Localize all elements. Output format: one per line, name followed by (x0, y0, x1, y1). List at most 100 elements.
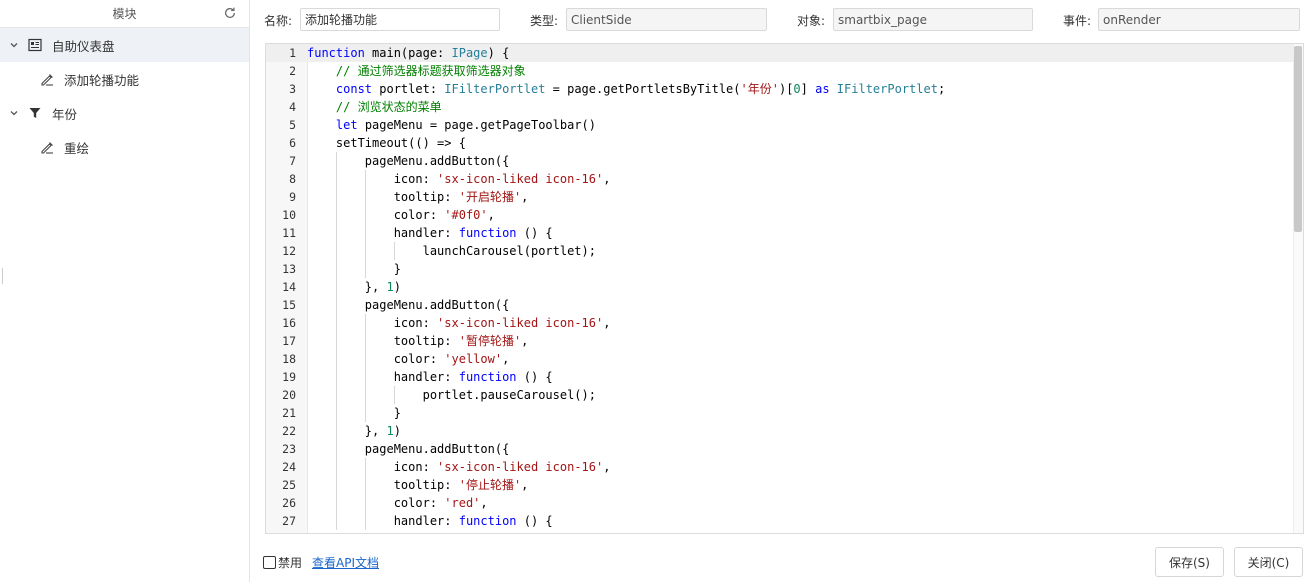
code-line[interactable]: 16 icon: 'sx-icon-liked icon-16', (266, 314, 1293, 332)
line-number: 26 (282, 496, 296, 510)
line-number: 22 (282, 424, 296, 438)
tree-item-label: 自助仪表盘 (52, 38, 115, 54)
line-number: 7 (289, 154, 296, 168)
line-number: 10 (282, 208, 296, 222)
line-number: 13 (282, 262, 296, 276)
line-number: 14 (282, 280, 296, 294)
line-number: 12 (282, 244, 296, 258)
code-line[interactable]: 3 const portlet: IFilterPortlet = page.g… (266, 80, 1293, 98)
code-text: icon: 'sx-icon-liked icon-16', (307, 316, 611, 330)
line-number: 15 (282, 298, 296, 312)
disable-checkbox[interactable] (263, 556, 276, 569)
type-input[interactable] (566, 8, 767, 31)
code-line[interactable]: 12 launchCarousel(portlet); (266, 242, 1293, 260)
code-text: // 浏览状态的菜单 (335, 100, 442, 114)
module-tree: 自助仪表盘添加轮播功能年份重绘 (0, 28, 249, 164)
line-number: 2 (289, 64, 296, 78)
code-line[interactable]: 1 function main(page: IPage) { (266, 44, 1293, 62)
tree-item[interactable]: 自助仪表盘 (0, 28, 249, 62)
code-text: handler: function () { (307, 370, 553, 384)
editor-scroll-thumb[interactable] (1294, 46, 1302, 232)
line-number: 19 (282, 370, 296, 384)
code-editor[interactable]: 1 function main(page: IPage) {2 // 通过筛选器标… (265, 43, 1304, 534)
code-text: tooltip: '开启轮播', (307, 190, 529, 204)
line-number: 16 (282, 316, 296, 330)
code-text: pageMenu.addButton({ (307, 298, 510, 312)
line-number: 8 (289, 172, 296, 186)
code-line[interactable]: 5 let pageMenu = page.getPageToolbar() (266, 116, 1293, 134)
code-text: } (307, 406, 401, 420)
code-line[interactable]: 7 pageMenu.addButton({ (266, 152, 1293, 170)
sidebar-title: 模块 (112, 7, 137, 21)
code-text: tooltip: '暂停轮播', (307, 334, 529, 348)
line-number: 9 (289, 190, 296, 204)
script-properties-form: 名称: 类型: 对象: 事件: (264, 8, 1312, 32)
code-line[interactable]: 27 handler: function () { (266, 512, 1293, 530)
chevron-down-icon[interactable] (8, 39, 20, 51)
line-number: 20 (282, 388, 296, 402)
line-number: 3 (289, 82, 296, 96)
code-line[interactable]: 9 tooltip: '开启轮播', (266, 188, 1293, 206)
chevron-down-icon[interactable] (8, 107, 20, 119)
type-label: 类型: (530, 14, 559, 28)
code-line[interactable]: 19 handler: function () { (266, 368, 1293, 386)
code-line[interactable]: 24 icon: 'sx-icon-liked icon-16', (266, 458, 1293, 476)
tree-item[interactable]: 添加轮播功能 (0, 62, 249, 96)
tree-item[interactable]: 重绘 (0, 130, 249, 164)
sidebar-header: 模块 (0, 0, 249, 28)
code-line[interactable]: 2 // 通过筛选器标题获取筛选器对象 (266, 62, 1293, 80)
code-line[interactable]: 22 }, 1) (266, 422, 1293, 440)
code-text: let pageMenu = page.getPageToolbar() (335, 118, 597, 132)
code-line[interactable]: 23 pageMenu.addButton({ (266, 440, 1293, 458)
name-label: 名称: (264, 14, 293, 28)
event-input[interactable] (1098, 8, 1300, 31)
code-line[interactable]: 13 } (266, 260, 1293, 278)
code-text: portlet.pauseCarousel(); (307, 388, 596, 402)
script-edit-icon (40, 140, 54, 154)
editor-scrollbar[interactable] (1293, 44, 1303, 533)
code-line[interactable]: 17 tooltip: '暂停轮播', (266, 332, 1293, 350)
object-input[interactable] (833, 8, 1033, 31)
close-button[interactable]: 关闭(C) (1234, 547, 1303, 577)
line-number: 5 (289, 118, 296, 132)
code-text: launchCarousel(portlet); (307, 244, 596, 258)
tree-item-label: 年份 (52, 106, 78, 122)
code-text: color: 'red', (307, 496, 488, 510)
code-text: handler: function () { (307, 226, 553, 240)
code-line[interactable]: 25 tooltip: '停止轮播', (266, 476, 1293, 494)
code-line[interactable]: 8 icon: 'sx-icon-liked icon-16', (266, 170, 1293, 188)
code-text: icon: 'sx-icon-liked icon-16', (307, 460, 611, 474)
line-number: 25 (282, 478, 296, 492)
dashboard-icon (28, 38, 42, 52)
disable-label: 禁用 (278, 556, 303, 570)
code-line[interactable]: 15 pageMenu.addButton({ (266, 296, 1293, 314)
tree-item-label: 重绘 (64, 140, 90, 156)
code-text: color: 'yellow', (307, 352, 510, 366)
refresh-icon[interactable] (223, 6, 237, 20)
code-text: }, 1) (307, 280, 401, 294)
code-text: const portlet: IFilterPortlet = page.get… (335, 82, 946, 96)
tree-item[interactable]: 年份 (0, 96, 249, 130)
code-text: color: '#0f0', (307, 208, 495, 222)
line-number: 24 (282, 460, 296, 474)
code-line[interactable]: 21 } (266, 404, 1293, 422)
panel-splitter[interactable] (2, 268, 3, 284)
code-line[interactable]: 6 setTimeout(() => { (266, 134, 1293, 152)
code-line[interactable]: 11 handler: function () { (266, 224, 1293, 242)
code-line[interactable]: 10 color: '#0f0', (266, 206, 1293, 224)
code-line[interactable]: 14 }, 1) (266, 278, 1293, 296)
view-api-docs-link[interactable]: 查看API文档 (312, 554, 379, 571)
code-text: }, 1) (307, 424, 401, 438)
line-number: 6 (289, 136, 296, 150)
save-button[interactable]: 保存(S) (1155, 547, 1224, 577)
code-line[interactable]: 4 // 浏览状态的菜单 (266, 98, 1293, 116)
code-lines[interactable]: 1 function main(page: IPage) {2 // 通过筛选器标… (266, 44, 1293, 530)
code-line[interactable]: 20 portlet.pauseCarousel(); (266, 386, 1293, 404)
line-number: 11 (282, 226, 296, 240)
module-sidebar: 模块 自助仪表盘添加轮播功能年份重绘 (0, 0, 250, 582)
code-line[interactable]: 26 color: 'red', (266, 494, 1293, 512)
object-label: 对象: (797, 14, 826, 28)
name-input[interactable] (300, 8, 500, 31)
line-number: 23 (282, 442, 296, 456)
code-line[interactable]: 18 color: 'yellow', (266, 350, 1293, 368)
